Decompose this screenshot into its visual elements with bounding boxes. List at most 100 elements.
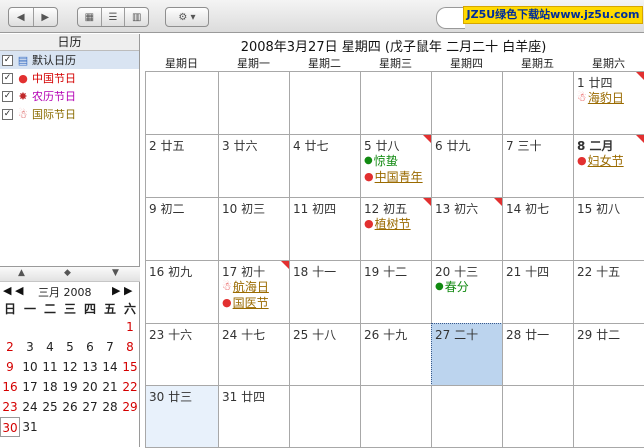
calendar-item-lunar[interactable]: ✓ ✸ 农历节日 — [0, 87, 139, 105]
collapse-icon[interactable]: ▲ — [18, 268, 25, 278]
day-cell[interactable]: 16 初九 — [145, 260, 219, 324]
day-cell[interactable]: 23 十六 — [145, 323, 219, 386]
calendar-event[interactable]: ● 春分 — [435, 278, 469, 295]
mini-calendar-day[interactable]: 19 — [60, 377, 80, 397]
mini-calendar-day[interactable]: 20 — [80, 377, 100, 397]
calendar-item-china[interactable]: ✓ ● 中国节日 — [0, 69, 139, 87]
day-cell[interactable]: 25 十八 — [289, 323, 361, 386]
day-cell[interactable] — [431, 71, 503, 135]
day-cell[interactable]: 26 十九 — [360, 323, 432, 386]
calendar-event[interactable]: ● 植树节 — [364, 215, 411, 232]
mini-calendar-day[interactable]: 21 — [100, 377, 120, 397]
drag-handle-icon[interactable]: ◆ — [64, 268, 71, 278]
day-cell[interactable]: 14 初七 — [502, 197, 574, 261]
mini-calendar-day[interactable]: 27 — [80, 397, 100, 417]
day-cell[interactable]: 21 十四 — [502, 260, 574, 324]
day-cell[interactable]: 11 初四 — [289, 197, 361, 261]
day-cell[interactable] — [431, 385, 503, 448]
mini-calendar-day[interactable]: 4 — [40, 337, 60, 357]
next-month-icon[interactable]: ▶ — [112, 284, 120, 297]
day-cell[interactable]: 17 初十 ☃ 航海日 ● 国医节 — [218, 260, 290, 324]
mini-calendar-day[interactable]: 9 — [0, 357, 20, 377]
mini-calendar-day[interactable]: 1 — [120, 317, 140, 337]
checkbox[interactable]: ✓ — [2, 108, 13, 120]
column-view-icon[interactable]: ▥ — [125, 8, 148, 26]
day-cell[interactable]: 7 三十 — [502, 134, 574, 198]
day-cell[interactable]: 9 初二 — [145, 197, 219, 261]
checkbox[interactable]: ✓ — [2, 90, 13, 102]
day-cell[interactable] — [289, 71, 361, 135]
calendar-event[interactable]: ● 惊蛰 — [364, 152, 398, 169]
checkbox[interactable]: ✓ — [2, 72, 13, 84]
calendar-event[interactable]: ● 国医节 — [222, 294, 269, 311]
mini-calendar-day[interactable]: 26 — [60, 397, 80, 417]
day-cell[interactable]: 2 廿五 — [145, 134, 219, 198]
day-cell[interactable]: 29 廿二 — [573, 323, 644, 386]
mini-calendar-day[interactable]: 8 — [120, 337, 140, 357]
mini-calendar-day[interactable]: 15 — [120, 357, 140, 377]
day-cell[interactable]: 22 十五 — [573, 260, 644, 324]
mini-calendar-day[interactable]: 7 — [100, 337, 120, 357]
day-cell[interactable]: 1 廿四 ☃ 海豹日 — [573, 71, 644, 135]
day-cell[interactable]: 15 初八 — [573, 197, 644, 261]
list-view-icon[interactable]: ☰ — [102, 8, 126, 26]
day-cell[interactable]: 30 廿三 — [145, 385, 219, 448]
day-cell[interactable] — [502, 385, 574, 448]
day-cell[interactable]: 4 廿七 — [289, 134, 361, 198]
day-cell[interactable]: 6 廿九 — [431, 134, 503, 198]
day-cell[interactable] — [502, 71, 574, 135]
day-cell[interactable]: 18 十一 — [289, 260, 361, 324]
mini-calendar-day[interactable]: 10 — [20, 357, 40, 377]
mini-calendar-day[interactable]: 28 — [100, 397, 120, 417]
calendar-item-default[interactable]: ✓ ▤ 默认日历 — [0, 51, 139, 69]
mini-calendar-day[interactable]: 23 — [0, 397, 20, 417]
prev-year-icon[interactable]: ◀ — [3, 284, 11, 297]
day-cell[interactable]: 31 廿四 — [218, 385, 290, 448]
mini-calendar-day[interactable]: 5 — [60, 337, 80, 357]
calendar-event[interactable]: ● 中国青年 — [364, 168, 423, 185]
mini-calendar-day[interactable]: 14 — [100, 357, 120, 377]
mini-calendar-day[interactable]: 12 — [60, 357, 80, 377]
back-arrow-icon[interactable]: ◀ — [9, 8, 34, 26]
expand-icon[interactable]: ▼ — [112, 268, 119, 278]
day-cell[interactable] — [145, 71, 219, 135]
day-cell[interactable]: 3 廿六 — [218, 134, 290, 198]
day-cell[interactable] — [289, 385, 361, 448]
mini-calendar-day[interactable]: 29 — [120, 397, 140, 417]
prev-month-icon[interactable]: ◀ — [15, 284, 23, 297]
mini-calendar-day[interactable]: 6 — [80, 337, 100, 357]
mini-calendar-day[interactable]: 2 — [0, 337, 20, 357]
day-cell[interactable]: 20 十三 ● 春分 — [431, 260, 503, 324]
mini-calendar-day[interactable]: 30 — [0, 417, 20, 437]
mini-calendar-day[interactable]: 18 — [40, 377, 60, 397]
forward-arrow-icon[interactable]: ▶ — [34, 8, 58, 26]
calendar-item-international[interactable]: ✓ ☃ 国际节日 — [0, 105, 139, 123]
day-cell[interactable] — [218, 71, 290, 135]
mini-calendar-day[interactable]: 31 — [20, 417, 40, 437]
grid-view-icon[interactable]: ▦ — [78, 8, 102, 26]
day-cell[interactable]: 28 廿一 — [502, 323, 574, 386]
mini-calendar-day[interactable]: 11 — [40, 357, 60, 377]
mini-calendar-day[interactable]: 24 — [20, 397, 40, 417]
day-cell[interactable]: 24 十七 — [218, 323, 290, 386]
day-cell[interactable]: 8 二月 ● 妇女节 — [573, 134, 644, 198]
calendar-event[interactable]: ☃ 海豹日 — [577, 89, 624, 106]
day-cell[interactable]: 10 初三 — [218, 197, 290, 261]
day-cell[interactable]: 5 廿八 ● 惊蛰 ● 中国青年 — [360, 134, 432, 198]
day-cell[interactable]: 13 初六 — [431, 197, 503, 261]
day-cell[interactable] — [360, 385, 432, 448]
mini-calendar-day[interactable]: 25 — [40, 397, 60, 417]
day-cell[interactable]: 27 二十 — [431, 323, 503, 386]
day-cell[interactable] — [573, 385, 644, 448]
day-cell[interactable]: 12 初五 ● 植树节 — [360, 197, 432, 261]
day-cell[interactable] — [360, 71, 432, 135]
calendar-event[interactable]: ● 妇女节 — [577, 152, 624, 169]
search-field[interactable] — [436, 7, 465, 29]
next-year-icon[interactable]: ▶ — [124, 284, 132, 297]
calendar-event[interactable]: ☃ 航海日 — [222, 278, 269, 295]
mini-calendar-day[interactable]: 3 — [20, 337, 40, 357]
settings-button[interactable]: ⚙ ▾ — [165, 7, 209, 27]
mini-calendar-day[interactable]: 22 — [120, 377, 140, 397]
mini-calendar-day[interactable]: 13 — [80, 357, 100, 377]
day-cell[interactable]: 19 十二 — [360, 260, 432, 324]
